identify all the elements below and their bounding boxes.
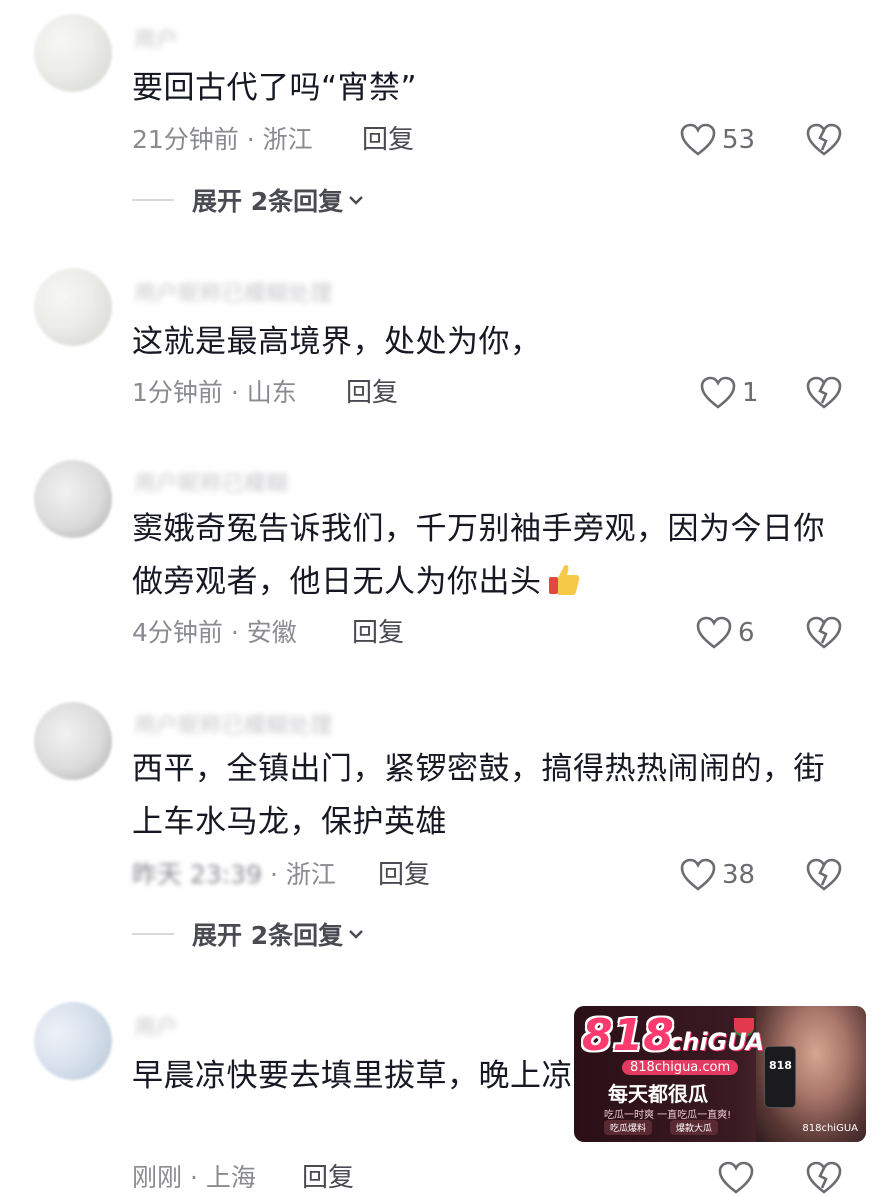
like-count: 53 — [722, 125, 756, 155]
avatar[interactable] — [34, 1002, 112, 1080]
separator: · — [222, 618, 247, 647]
expand-label: 展开 2条回复 — [192, 187, 344, 216]
comment-text: 这就是最高境界，处处为你， — [132, 324, 542, 360]
comment-location: 山东 — [246, 378, 297, 407]
heart-outline-icon — [680, 123, 716, 156]
avatar[interactable] — [34, 702, 112, 780]
comment-meta: 刚刚 · 上海 — [132, 1158, 256, 1198]
ad-subtitle: 吃瓜一时爽 一直吃瓜一直爽! — [604, 1110, 732, 1121]
chevron-down-icon — [349, 930, 363, 939]
ad-url: 818chigua.com — [622, 1060, 739, 1075]
comment-location: 上海 — [205, 1163, 256, 1192]
ad-phone-text: 818 — [769, 1059, 792, 1072]
reply-button[interactable]: 回复 — [352, 613, 404, 653]
like-button[interactable]: 6 — [696, 613, 755, 653]
ad-badge: 吃瓜爆料 — [604, 1120, 653, 1135]
comment-meta: 21分钟前 · 浙江 — [132, 120, 313, 160]
ad-corner-text: 818chiGUA — [802, 1123, 858, 1134]
expand-replies[interactable]: 展开 2条回复 — [132, 180, 365, 220]
nickname[interactable]: 用户 — [134, 22, 394, 48]
expand-label: 展开 2条回复 — [192, 921, 344, 950]
broken-heart-icon[interactable] — [806, 375, 842, 411]
like-button[interactable]: 53 — [680, 120, 755, 160]
thumbs-up-emoji — [548, 565, 579, 595]
comment-time: 21分钟前 — [132, 125, 239, 154]
nickname[interactable]: 用户昵称已模糊 — [134, 466, 394, 492]
reply-button[interactable]: 回复 — [302, 1158, 354, 1198]
ad-badge: 爆款大瓜 — [670, 1120, 719, 1135]
comment-time: 4分钟前 — [132, 618, 223, 647]
ad-phone-image: 818 — [764, 1046, 796, 1108]
comment-location: 安徽 — [246, 618, 297, 647]
heart-outline-icon — [696, 616, 732, 649]
comment-time: 昨天 23:39 — [132, 860, 262, 889]
broken-heart-icon[interactable] — [806, 122, 842, 158]
comment-text-content: 窦娥奇冤告诉我们，千万别袖手旁观，因为今日你做旁观者，他日无人为你出头 — [132, 511, 825, 600]
like-count: 38 — [722, 860, 756, 890]
comment-text: 西平，全镇出门，紧锣密鼓，搞得热热闹闹的，街上车水马龙，保护英雄 — [132, 751, 825, 840]
heart-outline-icon — [700, 376, 736, 409]
expand-replies[interactable]: 展开 2条回复 — [132, 914, 365, 954]
comment-text: 窦娥奇冤告诉我们，千万别袖手旁观，因为今日你做旁观者，他日无人为你出头 — [132, 503, 852, 609]
avatar[interactable] — [34, 268, 112, 346]
avatar[interactable] — [34, 460, 112, 538]
nickname[interactable]: 用户昵称已模糊处理 — [134, 276, 394, 302]
comment-time: 1分钟前 — [132, 378, 223, 407]
separator: · — [182, 1163, 206, 1192]
comment-text: 要回古代了吗“宵禁” — [132, 70, 418, 106]
divider — [132, 199, 174, 201]
reply-button[interactable]: 回复 — [346, 373, 398, 413]
comment-location: 浙江 — [262, 125, 313, 154]
ad-brand: chiGUA — [668, 1028, 765, 1056]
like-count: 1 — [742, 378, 759, 408]
separator: · — [222, 378, 247, 407]
heart-outline-icon — [680, 858, 716, 891]
watermark-ad: 818 chiGUA 818chigua.com 每天都很瓜 吃瓜一时爽 一直吃… — [574, 1006, 866, 1142]
comment-meta: 昨天 23:39 · 浙江 — [132, 855, 336, 895]
divider — [132, 933, 174, 935]
reply-button[interactable]: 回复 — [378, 855, 430, 895]
comment-meta: 4分钟前 · 安徽 — [132, 613, 297, 653]
separator: · — [262, 860, 286, 889]
broken-heart-icon[interactable] — [806, 615, 842, 651]
reply-button[interactable]: 回复 — [362, 120, 414, 160]
chevron-down-icon — [349, 196, 363, 205]
broken-heart-icon[interactable] — [806, 1160, 842, 1196]
like-button[interactable]: 38 — [680, 855, 755, 895]
like-button[interactable]: 1 — [700, 373, 759, 413]
ad-slogan: 每天都很瓜 — [608, 1082, 708, 1106]
comment-time: 刚刚 — [132, 1163, 183, 1192]
like-count: 6 — [738, 618, 755, 648]
nickname[interactable]: 用户 — [134, 1010, 394, 1036]
nickname[interactable]: 用户昵称已模糊处理 — [134, 708, 394, 734]
comment-meta: 1分钟前 · 山东 — [132, 373, 297, 413]
heart-outline-icon — [718, 1161, 754, 1194]
broken-heart-icon[interactable] — [806, 857, 842, 893]
comment-location: 浙江 — [285, 860, 336, 889]
separator: · — [238, 125, 263, 154]
ad-logo: 818 — [582, 1010, 674, 1061]
like-button[interactable] — [718, 1158, 754, 1198]
avatar[interactable] — [34, 14, 112, 92]
